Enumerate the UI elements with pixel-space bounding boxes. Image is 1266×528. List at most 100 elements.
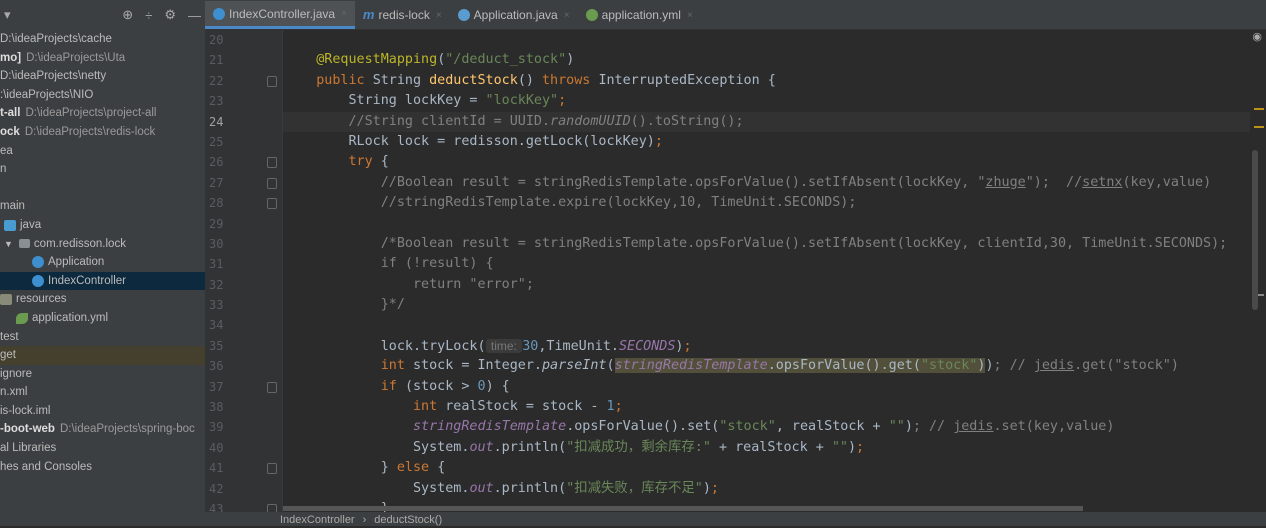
tree-item-label: is-lock.iml (0, 404, 51, 417)
tree-item[interactable]: IndexController (0, 271, 205, 291)
code-token: if (380, 378, 405, 394)
code-token: public (316, 72, 373, 88)
code-line[interactable]: System.out.println("扣减失败，库存不足"); (283, 479, 1250, 499)
code-token: jedis (1033, 358, 1075, 374)
code-token: if (!result) { (380, 256, 494, 272)
code-line[interactable]: if (!result) { (283, 254, 1250, 274)
tree-item[interactable]: hes and Consoles (0, 458, 205, 477)
tab-label: application.yml (601, 8, 681, 22)
vertical-scrollbar[interactable] (1252, 150, 1258, 310)
warning-marker[interactable] (1254, 126, 1264, 128)
code-line[interactable]: //stringRedisTemplate.expire(lockKey,10,… (283, 193, 1250, 213)
code-line[interactable]: //Boolean result = stringRedisTemplate.o… (283, 173, 1250, 193)
collapse-icon[interactable]: ÷ (145, 8, 152, 23)
target-icon[interactable]: ⊕ (122, 7, 133, 23)
line-number-text: 28 (209, 196, 224, 211)
code-line[interactable]: /*Boolean result = stringRedisTemplate.o… (283, 234, 1250, 254)
code-line[interactable]: stringRedisTemplate.opsForValue().set("s… (283, 417, 1250, 437)
code-line[interactable]: try { (283, 152, 1250, 172)
tree-item[interactable]: :\ideaProjects\NIO (0, 86, 205, 105)
code-token: int (413, 399, 446, 415)
expand-arrow-icon[interactable]: ▼ (4, 235, 13, 254)
tree-item[interactable]: D:\ideaProjects\netty (0, 67, 205, 86)
dropdown-arrow-icon[interactable]: ▾ (4, 7, 11, 23)
code-line[interactable] (283, 214, 1250, 234)
close-tab-icon[interactable]: × (564, 10, 570, 21)
tree-item[interactable] (0, 179, 205, 198)
tab-indexcontroller-java[interactable]: IndexController.java × (205, 1, 355, 29)
code-line[interactable]: return "error"; (283, 275, 1250, 295)
fold-marker-icon[interactable] (267, 381, 277, 393)
tree-item[interactable]: D:\ideaProjects\cache (0, 30, 205, 49)
yml-icon (16, 312, 28, 324)
code-token: ,TimeUnit. (538, 338, 619, 354)
code-token: realStock = stock - (445, 399, 607, 415)
tree-item[interactable]: ▼ com.redisson.lock (0, 235, 205, 254)
tree-item-label: Application (48, 256, 105, 269)
tree-item[interactable]: resources (0, 290, 205, 309)
code-line[interactable] (283, 315, 1250, 335)
code-line[interactable]: int realStock = stock - 1; (283, 397, 1250, 417)
tree-item[interactable]: ock D:\ideaProjects\redis-lock (0, 123, 205, 142)
line-number: 21 (205, 50, 282, 70)
tree-item[interactable]: -boot-web D:\ideaProjects\spring-boc (0, 420, 205, 439)
fold-marker-icon[interactable] (267, 177, 277, 189)
tree-item[interactable]: Application (0, 253, 205, 272)
breadcrumb-class[interactable]: IndexController (280, 514, 355, 526)
tree-item[interactable]: get (0, 346, 205, 365)
close-tab-icon[interactable]: × (341, 8, 347, 19)
tree-item-label: D:\ideaProjects\netty (0, 70, 107, 83)
tree-item[interactable]: al Libraries (0, 439, 205, 458)
tree-item[interactable]: is-lock.iml (0, 402, 205, 421)
line-number-text: 42 (209, 481, 224, 496)
code-token: try (348, 154, 381, 170)
code-token: deductStock (429, 72, 518, 88)
tree-item-label: :\ideaProjects\NIO (0, 88, 94, 101)
close-tab-icon[interactable]: × (687, 10, 693, 21)
tab-redis-lock[interactable]: m redis-lock × (355, 1, 450, 29)
code-line[interactable]: }*/ (283, 295, 1250, 315)
fold-marker-icon[interactable] (267, 463, 277, 475)
code-line[interactable]: String lockKey = "lockKey"; (283, 91, 1250, 111)
tree-item[interactable]: n (0, 160, 205, 179)
tab-application-yml[interactable]: application.yml × (578, 1, 701, 29)
tree-item[interactable]: application.yml (0, 309, 205, 328)
tree-item[interactable]: mo] D:\ideaProjects\Uta (0, 49, 205, 68)
code-line[interactable]: //String clientId = UUID.randomUUID().to… (283, 111, 1250, 132)
fold-marker-icon[interactable] (267, 157, 277, 169)
tab-label: IndexController.java (229, 6, 336, 21)
gear-icon[interactable]: ⚙ (164, 7, 176, 23)
fold-marker-icon[interactable] (267, 198, 277, 210)
tree-item[interactable]: java (0, 216, 205, 235)
code-editor[interactable]: @RequestMapping("/deduct_stock") public … (283, 30, 1250, 516)
code-line[interactable]: System.out.println("扣减成功，剩余库存:" + realSt… (283, 438, 1250, 458)
code-line[interactable]: int stock = Integer.parseInt(stringRedis… (283, 356, 1250, 376)
tree-item-label: D:\ideaProjects\spring-boc (59, 423, 195, 436)
code-line[interactable]: @RequestMapping("/deduct_stock") (283, 50, 1250, 70)
tree-item[interactable]: ea (0, 142, 205, 161)
close-tab-icon[interactable]: × (436, 10, 442, 21)
code-line[interactable]: lock.tryLock( time: 30,TimeUnit.SECONDS)… (283, 336, 1250, 356)
code-token: int (380, 358, 413, 374)
tree-item[interactable]: main (0, 197, 205, 216)
code-line[interactable] (283, 30, 1250, 50)
code-line[interactable]: } else { (283, 458, 1250, 478)
fold-marker-icon[interactable] (267, 75, 277, 87)
tree-item-label: D:\ideaProjects\project-all (25, 107, 157, 120)
tab-application-java[interactable]: Application.java × (450, 1, 578, 29)
warning-marker[interactable] (1254, 108, 1264, 110)
horizontal-scrollbar[interactable] (283, 506, 1083, 511)
tree-item-label: D:\ideaProjects\redis-lock (24, 125, 156, 138)
tree-item[interactable]: test (0, 328, 205, 347)
tree-item-label: ignore (0, 367, 32, 380)
code-token: .println( (493, 439, 567, 455)
code-line[interactable]: if (stock > 0) { (283, 377, 1250, 397)
breadcrumb-method[interactable]: deductStock() (374, 514, 442, 526)
tree-item[interactable]: ignore (0, 365, 205, 384)
minimize-icon[interactable]: — (188, 8, 201, 23)
tree-item[interactable]: n.xml (0, 383, 205, 402)
project-panel: ▾ ⊕ ÷ ⚙ — D:\ideaProjects\cache mo] D:\ide… (0, 0, 205, 526)
code-line[interactable]: public String deductStock() throws Inter… (283, 71, 1250, 91)
tree-item[interactable]: t-all D:\ideaProjects\project-all (0, 104, 205, 123)
code-line[interactable]: RLock lock = redisson.getLock(lockKey); (283, 132, 1250, 152)
